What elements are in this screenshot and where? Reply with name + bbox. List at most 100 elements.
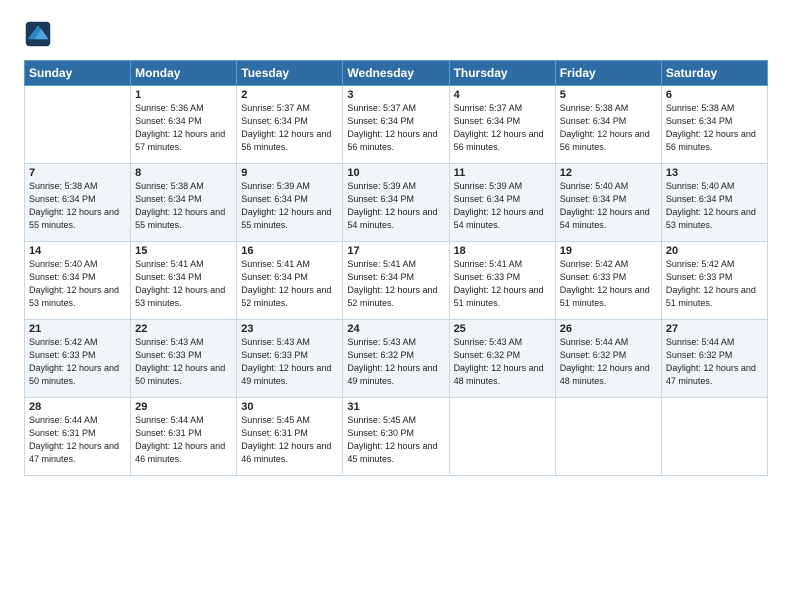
calendar-cell: 17Sunrise: 5:41 AM Sunset: 6:34 PM Dayli… bbox=[343, 242, 449, 320]
calendar-cell: 2Sunrise: 5:37 AM Sunset: 6:34 PM Daylig… bbox=[237, 86, 343, 164]
day-number: 13 bbox=[666, 167, 763, 179]
day-number: 7 bbox=[29, 167, 126, 179]
day-number: 23 bbox=[241, 323, 338, 335]
day-number: 25 bbox=[454, 323, 551, 335]
calendar-cell: 15Sunrise: 5:41 AM Sunset: 6:34 PM Dayli… bbox=[131, 242, 237, 320]
calendar-cell: 9Sunrise: 5:39 AM Sunset: 6:34 PM Daylig… bbox=[237, 164, 343, 242]
day-number: 15 bbox=[135, 245, 232, 257]
weekday-header: Monday bbox=[131, 61, 237, 86]
day-number: 19 bbox=[560, 245, 657, 257]
calendar-cell: 18Sunrise: 5:41 AM Sunset: 6:33 PM Dayli… bbox=[449, 242, 555, 320]
day-info: Sunrise: 5:40 AM Sunset: 6:34 PM Dayligh… bbox=[666, 180, 763, 232]
day-number: 9 bbox=[241, 167, 338, 179]
calendar-cell: 11Sunrise: 5:39 AM Sunset: 6:34 PM Dayli… bbox=[449, 164, 555, 242]
logo-icon bbox=[24, 20, 52, 48]
calendar-week-row: 7Sunrise: 5:38 AM Sunset: 6:34 PM Daylig… bbox=[25, 164, 768, 242]
weekday-header: Saturday bbox=[661, 61, 767, 86]
day-info: Sunrise: 5:45 AM Sunset: 6:30 PM Dayligh… bbox=[347, 414, 444, 466]
page: SundayMondayTuesdayWednesdayThursdayFrid… bbox=[0, 0, 792, 492]
day-info: Sunrise: 5:45 AM Sunset: 6:31 PM Dayligh… bbox=[241, 414, 338, 466]
day-number: 4 bbox=[454, 89, 551, 101]
day-number: 10 bbox=[347, 167, 444, 179]
calendar-cell: 28Sunrise: 5:44 AM Sunset: 6:31 PM Dayli… bbox=[25, 398, 131, 476]
calendar-cell: 26Sunrise: 5:44 AM Sunset: 6:32 PM Dayli… bbox=[555, 320, 661, 398]
day-info: Sunrise: 5:41 AM Sunset: 6:34 PM Dayligh… bbox=[135, 258, 232, 310]
day-number: 29 bbox=[135, 401, 232, 413]
weekday-header: Wednesday bbox=[343, 61, 449, 86]
day-number: 6 bbox=[666, 89, 763, 101]
calendar-cell: 22Sunrise: 5:43 AM Sunset: 6:33 PM Dayli… bbox=[131, 320, 237, 398]
calendar-cell: 12Sunrise: 5:40 AM Sunset: 6:34 PM Dayli… bbox=[555, 164, 661, 242]
calendar-cell: 14Sunrise: 5:40 AM Sunset: 6:34 PM Dayli… bbox=[25, 242, 131, 320]
calendar-header-row: SundayMondayTuesdayWednesdayThursdayFrid… bbox=[25, 61, 768, 86]
day-number: 27 bbox=[666, 323, 763, 335]
calendar-cell: 1Sunrise: 5:36 AM Sunset: 6:34 PM Daylig… bbox=[131, 86, 237, 164]
day-info: Sunrise: 5:38 AM Sunset: 6:34 PM Dayligh… bbox=[560, 102, 657, 154]
day-number: 16 bbox=[241, 245, 338, 257]
day-info: Sunrise: 5:41 AM Sunset: 6:34 PM Dayligh… bbox=[347, 258, 444, 310]
calendar-week-row: 28Sunrise: 5:44 AM Sunset: 6:31 PM Dayli… bbox=[25, 398, 768, 476]
calendar-cell bbox=[449, 398, 555, 476]
day-info: Sunrise: 5:39 AM Sunset: 6:34 PM Dayligh… bbox=[454, 180, 551, 232]
day-info: Sunrise: 5:42 AM Sunset: 6:33 PM Dayligh… bbox=[29, 336, 126, 388]
calendar-cell: 31Sunrise: 5:45 AM Sunset: 6:30 PM Dayli… bbox=[343, 398, 449, 476]
day-number: 18 bbox=[454, 245, 551, 257]
day-info: Sunrise: 5:37 AM Sunset: 6:34 PM Dayligh… bbox=[241, 102, 338, 154]
day-info: Sunrise: 5:44 AM Sunset: 6:31 PM Dayligh… bbox=[135, 414, 232, 466]
calendar-cell bbox=[555, 398, 661, 476]
day-info: Sunrise: 5:42 AM Sunset: 6:33 PM Dayligh… bbox=[560, 258, 657, 310]
calendar-cell: 29Sunrise: 5:44 AM Sunset: 6:31 PM Dayli… bbox=[131, 398, 237, 476]
weekday-header: Thursday bbox=[449, 61, 555, 86]
day-number: 14 bbox=[29, 245, 126, 257]
day-number: 26 bbox=[560, 323, 657, 335]
day-info: Sunrise: 5:44 AM Sunset: 6:32 PM Dayligh… bbox=[666, 336, 763, 388]
day-info: Sunrise: 5:44 AM Sunset: 6:32 PM Dayligh… bbox=[560, 336, 657, 388]
day-number: 20 bbox=[666, 245, 763, 257]
calendar-cell bbox=[661, 398, 767, 476]
day-info: Sunrise: 5:38 AM Sunset: 6:34 PM Dayligh… bbox=[29, 180, 126, 232]
day-info: Sunrise: 5:37 AM Sunset: 6:34 PM Dayligh… bbox=[454, 102, 551, 154]
calendar-week-row: 14Sunrise: 5:40 AM Sunset: 6:34 PM Dayli… bbox=[25, 242, 768, 320]
calendar-cell: 20Sunrise: 5:42 AM Sunset: 6:33 PM Dayli… bbox=[661, 242, 767, 320]
weekday-header: Tuesday bbox=[237, 61, 343, 86]
day-number: 3 bbox=[347, 89, 444, 101]
day-info: Sunrise: 5:36 AM Sunset: 6:34 PM Dayligh… bbox=[135, 102, 232, 154]
calendar-body: 1Sunrise: 5:36 AM Sunset: 6:34 PM Daylig… bbox=[25, 86, 768, 476]
day-number: 17 bbox=[347, 245, 444, 257]
logo bbox=[24, 20, 56, 48]
calendar-cell: 3Sunrise: 5:37 AM Sunset: 6:34 PM Daylig… bbox=[343, 86, 449, 164]
calendar-cell: 10Sunrise: 5:39 AM Sunset: 6:34 PM Dayli… bbox=[343, 164, 449, 242]
day-info: Sunrise: 5:38 AM Sunset: 6:34 PM Dayligh… bbox=[135, 180, 232, 232]
day-info: Sunrise: 5:40 AM Sunset: 6:34 PM Dayligh… bbox=[560, 180, 657, 232]
day-number: 21 bbox=[29, 323, 126, 335]
day-info: Sunrise: 5:43 AM Sunset: 6:33 PM Dayligh… bbox=[241, 336, 338, 388]
day-number: 1 bbox=[135, 89, 232, 101]
calendar-cell: 19Sunrise: 5:42 AM Sunset: 6:33 PM Dayli… bbox=[555, 242, 661, 320]
calendar-cell: 21Sunrise: 5:42 AM Sunset: 6:33 PM Dayli… bbox=[25, 320, 131, 398]
weekday-header: Sunday bbox=[25, 61, 131, 86]
day-info: Sunrise: 5:43 AM Sunset: 6:33 PM Dayligh… bbox=[135, 336, 232, 388]
header bbox=[24, 20, 768, 48]
day-number: 8 bbox=[135, 167, 232, 179]
day-number: 22 bbox=[135, 323, 232, 335]
calendar-cell: 4Sunrise: 5:37 AM Sunset: 6:34 PM Daylig… bbox=[449, 86, 555, 164]
day-info: Sunrise: 5:41 AM Sunset: 6:34 PM Dayligh… bbox=[241, 258, 338, 310]
day-info: Sunrise: 5:43 AM Sunset: 6:32 PM Dayligh… bbox=[454, 336, 551, 388]
day-number: 12 bbox=[560, 167, 657, 179]
calendar-cell: 24Sunrise: 5:43 AM Sunset: 6:32 PM Dayli… bbox=[343, 320, 449, 398]
calendar-cell bbox=[25, 86, 131, 164]
weekday-header: Friday bbox=[555, 61, 661, 86]
calendar-table: SundayMondayTuesdayWednesdayThursdayFrid… bbox=[24, 60, 768, 476]
day-number: 28 bbox=[29, 401, 126, 413]
calendar-cell: 5Sunrise: 5:38 AM Sunset: 6:34 PM Daylig… bbox=[555, 86, 661, 164]
day-info: Sunrise: 5:37 AM Sunset: 6:34 PM Dayligh… bbox=[347, 102, 444, 154]
calendar-week-row: 1Sunrise: 5:36 AM Sunset: 6:34 PM Daylig… bbox=[25, 86, 768, 164]
calendar-cell: 7Sunrise: 5:38 AM Sunset: 6:34 PM Daylig… bbox=[25, 164, 131, 242]
day-info: Sunrise: 5:39 AM Sunset: 6:34 PM Dayligh… bbox=[347, 180, 444, 232]
day-info: Sunrise: 5:44 AM Sunset: 6:31 PM Dayligh… bbox=[29, 414, 126, 466]
day-number: 24 bbox=[347, 323, 444, 335]
day-info: Sunrise: 5:39 AM Sunset: 6:34 PM Dayligh… bbox=[241, 180, 338, 232]
day-number: 30 bbox=[241, 401, 338, 413]
day-number: 5 bbox=[560, 89, 657, 101]
calendar-cell: 27Sunrise: 5:44 AM Sunset: 6:32 PM Dayli… bbox=[661, 320, 767, 398]
